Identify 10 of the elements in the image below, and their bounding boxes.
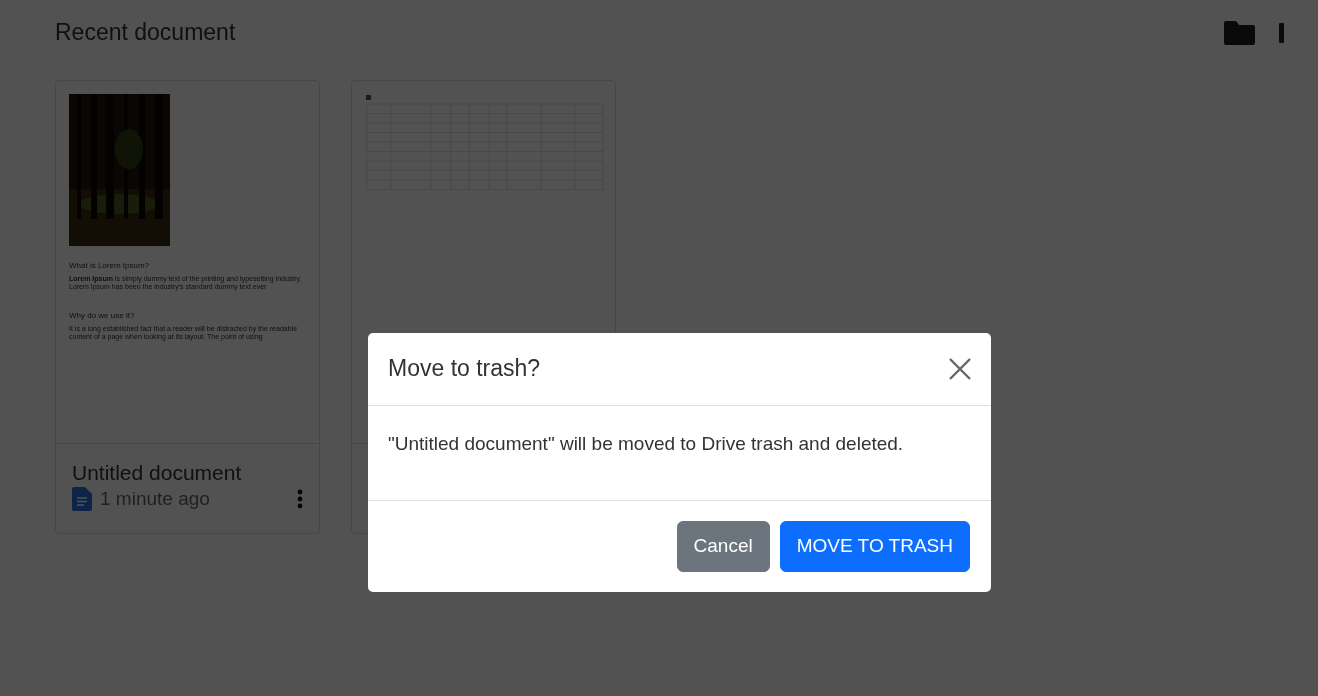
page-title: Recent document — [55, 19, 236, 47]
close-icon[interactable] — [949, 357, 971, 380]
more-icon[interactable] — [297, 489, 303, 510]
folder-icon[interactable] — [1224, 21, 1255, 45]
dialog-message: "Untitled document" will be moved to Drive trash and deleted. — [388, 432, 904, 454]
move-to-trash-button[interactable]: MOVE TO TRASH — [779, 521, 970, 572]
document-title: Untitled document — [72, 460, 243, 486]
cancel-button[interactable]: Cancel — [676, 521, 770, 572]
dialog-title: Move to trash? — [388, 355, 541, 383]
document-icon — [72, 487, 92, 512]
